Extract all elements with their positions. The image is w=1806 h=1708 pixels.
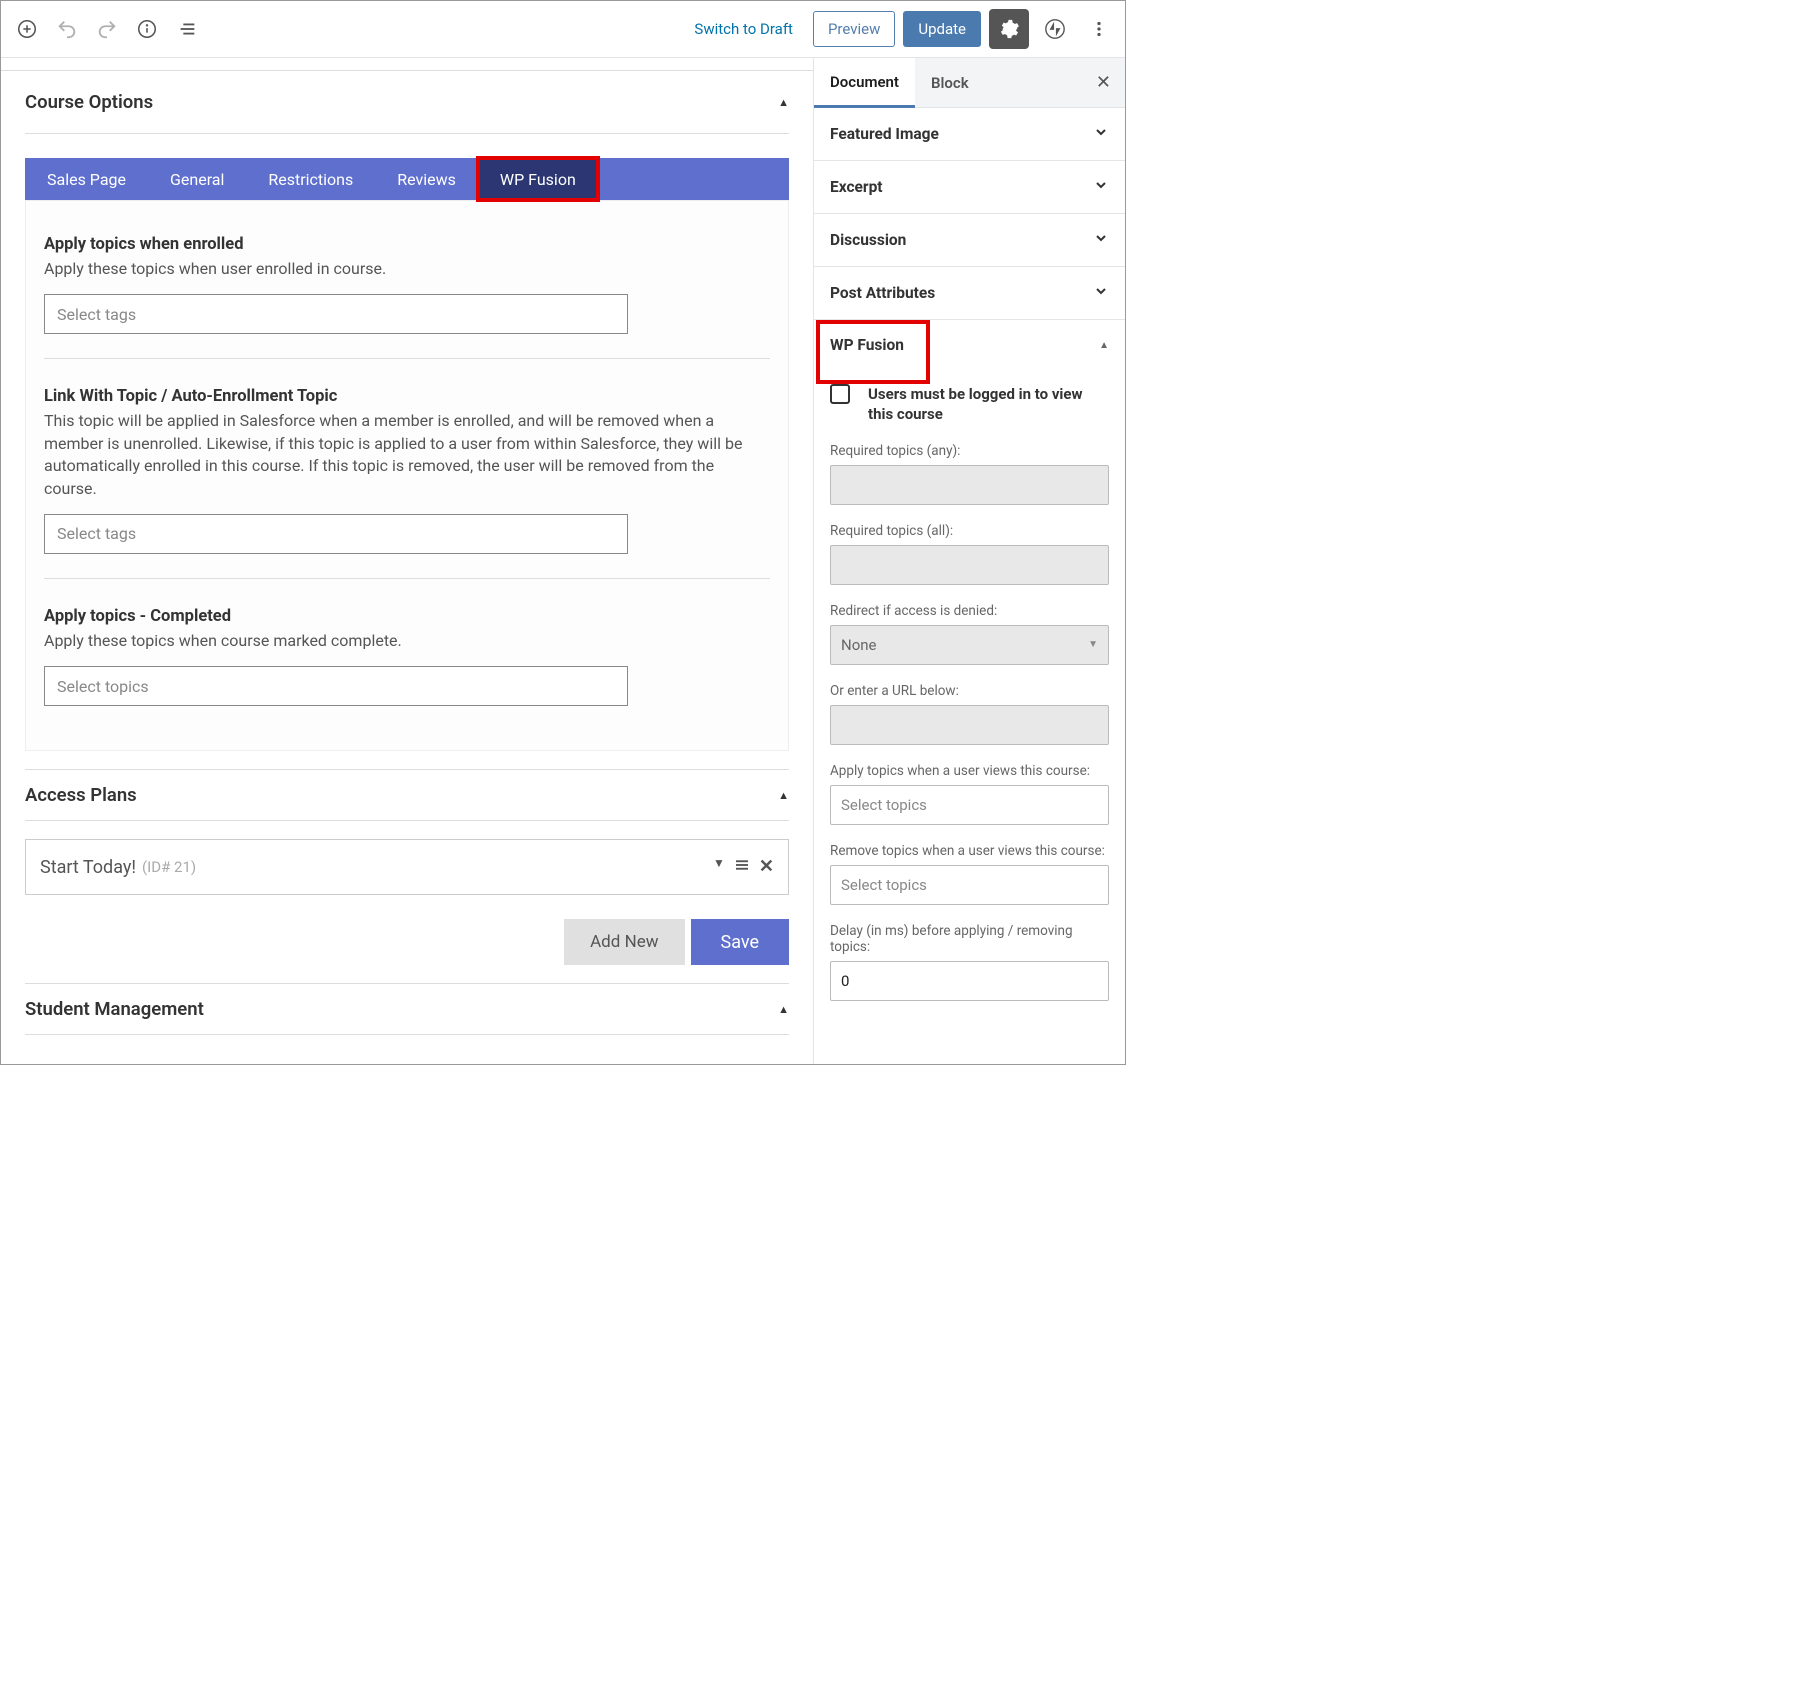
- more-icon[interactable]: [1081, 11, 1117, 47]
- redirect-select[interactable]: None ▼: [830, 625, 1109, 665]
- completed-group: Apply topics - Completed Apply these top…: [44, 603, 770, 730]
- tab-block[interactable]: Block: [915, 58, 985, 108]
- required-any-label: Required topics (any):: [830, 443, 1109, 459]
- jetpack-icon[interactable]: [1037, 11, 1073, 47]
- add-new-button[interactable]: Add New: [564, 919, 684, 965]
- group-title: Apply topics when enrolled: [44, 235, 770, 254]
- divider: [25, 1034, 789, 1035]
- redo-icon[interactable]: [89, 11, 125, 47]
- editor-toolbar: Switch to Draft Preview Update: [1, 1, 1125, 58]
- panel-title: Course Options: [25, 91, 153, 113]
- delay-label: Delay (in ms) before applying / removing…: [830, 923, 1109, 955]
- chevron-down-icon: [1093, 283, 1109, 303]
- required-all-label: Required topics (all):: [830, 523, 1109, 539]
- tab-restrictions[interactable]: Restrictions: [246, 158, 375, 200]
- panel-wp-fusion[interactable]: WP Fusion ▲: [814, 320, 1125, 370]
- group-desc: Apply these topics when course marked co…: [44, 630, 770, 652]
- save-button[interactable]: Save: [691, 919, 790, 965]
- settings-icon[interactable]: [989, 9, 1029, 49]
- apply-view-input[interactable]: Select topics: [830, 785, 1109, 825]
- group-title: Apply topics - Completed: [44, 607, 770, 626]
- chevron-down-icon[interactable]: ▼: [713, 856, 725, 879]
- panel-excerpt[interactable]: Excerpt: [814, 161, 1125, 214]
- delay-input[interactable]: 0: [830, 961, 1109, 1001]
- preview-button[interactable]: Preview: [813, 11, 895, 47]
- url-input[interactable]: [830, 705, 1109, 745]
- outline-icon[interactable]: [169, 11, 205, 47]
- group-desc: This topic will be applied in Salesforce…: [44, 410, 770, 500]
- caret-up-icon: ▲: [778, 789, 789, 802]
- info-icon[interactable]: [129, 11, 165, 47]
- remove-view-input[interactable]: Select topics: [830, 865, 1109, 905]
- editor-canvas: Course Options ▲ Sales Page General Rest…: [1, 70, 813, 1064]
- panel-featured-image[interactable]: Featured Image: [814, 108, 1125, 161]
- caret-up-icon: ▲: [778, 96, 789, 109]
- wp-fusion-panel-body: Users must be logged in to view this cou…: [814, 370, 1125, 1015]
- sidebar-tabs: Document Block ✕: [814, 58, 1125, 108]
- apply-topics-enrolled-group: Apply topics when enrolled Apply these t…: [44, 231, 770, 359]
- logged-in-label: Users must be logged in to view this cou…: [868, 384, 1109, 425]
- add-block-icon[interactable]: [9, 11, 45, 47]
- close-icon[interactable]: ✕: [759, 856, 774, 879]
- completed-topics-input[interactable]: Select topics: [44, 666, 628, 706]
- caret-up-icon: ▲: [778, 1003, 789, 1016]
- logged-in-checkbox[interactable]: [830, 384, 850, 404]
- chevron-down-icon: [1093, 124, 1109, 144]
- tab-document[interactable]: Document: [814, 58, 915, 108]
- panel-label: Post Attributes: [830, 284, 935, 302]
- link-tags-input[interactable]: Select tags: [44, 514, 628, 554]
- panel-post-attributes[interactable]: Post Attributes: [814, 267, 1125, 320]
- panel-label: Featured Image: [830, 125, 939, 143]
- access-plan-row[interactable]: Start Today! (ID# 21) ▼ ✕: [25, 839, 789, 895]
- url-label: Or enter a URL below:: [830, 683, 1109, 699]
- panel-label: Discussion: [830, 231, 906, 249]
- apply-view-label: Apply topics when a user views this cour…: [830, 763, 1109, 779]
- divider: [25, 820, 789, 821]
- tab-wp-fusion[interactable]: WP Fusion: [478, 158, 598, 200]
- panel-title: Student Management: [25, 998, 204, 1020]
- access-plans-panel-header[interactable]: Access Plans ▲: [25, 770, 789, 820]
- panel-label: Excerpt: [830, 178, 883, 196]
- student-management-panel-header[interactable]: Student Management ▲: [25, 984, 789, 1034]
- panel-discussion[interactable]: Discussion: [814, 214, 1125, 267]
- plan-name: Start Today!: [40, 857, 136, 878]
- tab-sales-page[interactable]: Sales Page: [25, 158, 148, 200]
- required-all-input[interactable]: [830, 545, 1109, 585]
- redirect-value: None: [841, 636, 877, 654]
- required-any-input[interactable]: [830, 465, 1109, 505]
- remove-view-label: Remove topics when a user views this cou…: [830, 843, 1109, 859]
- switch-to-draft-button[interactable]: Switch to Draft: [682, 12, 805, 46]
- plan-id: (ID# 21): [142, 858, 196, 876]
- drag-icon[interactable]: [733, 856, 751, 879]
- chevron-down-icon: ▼: [1088, 639, 1098, 650]
- group-desc: Apply these topics when user enrolled in…: [44, 258, 770, 280]
- group-title: Link With Topic / Auto-Enrollment Topic: [44, 387, 770, 406]
- settings-sidebar: Document Block ✕ Featured Image Excerpt …: [813, 58, 1125, 1064]
- course-options-panel-header[interactable]: Course Options ▲: [25, 71, 789, 133]
- close-sidebar-icon[interactable]: ✕: [1082, 72, 1125, 93]
- link-topic-group: Link With Topic / Auto-Enrollment Topic …: [44, 383, 770, 579]
- update-button[interactable]: Update: [903, 11, 981, 47]
- caret-up-icon: ▲: [1099, 340, 1109, 351]
- panel-title: Access Plans: [25, 784, 137, 806]
- course-options-tabs: Sales Page General Restrictions Reviews …: [25, 158, 789, 200]
- panel-label: WP Fusion: [830, 336, 904, 354]
- undo-icon[interactable]: [49, 11, 85, 47]
- wp-fusion-tab-content: Apply topics when enrolled Apply these t…: [25, 200, 789, 751]
- chevron-down-icon: [1093, 177, 1109, 197]
- enrolled-tags-input[interactable]: Select tags: [44, 294, 628, 334]
- redirect-label: Redirect if access is denied:: [830, 603, 1109, 619]
- tab-general[interactable]: General: [148, 158, 246, 200]
- tab-reviews[interactable]: Reviews: [375, 158, 478, 200]
- chevron-down-icon: [1093, 230, 1109, 250]
